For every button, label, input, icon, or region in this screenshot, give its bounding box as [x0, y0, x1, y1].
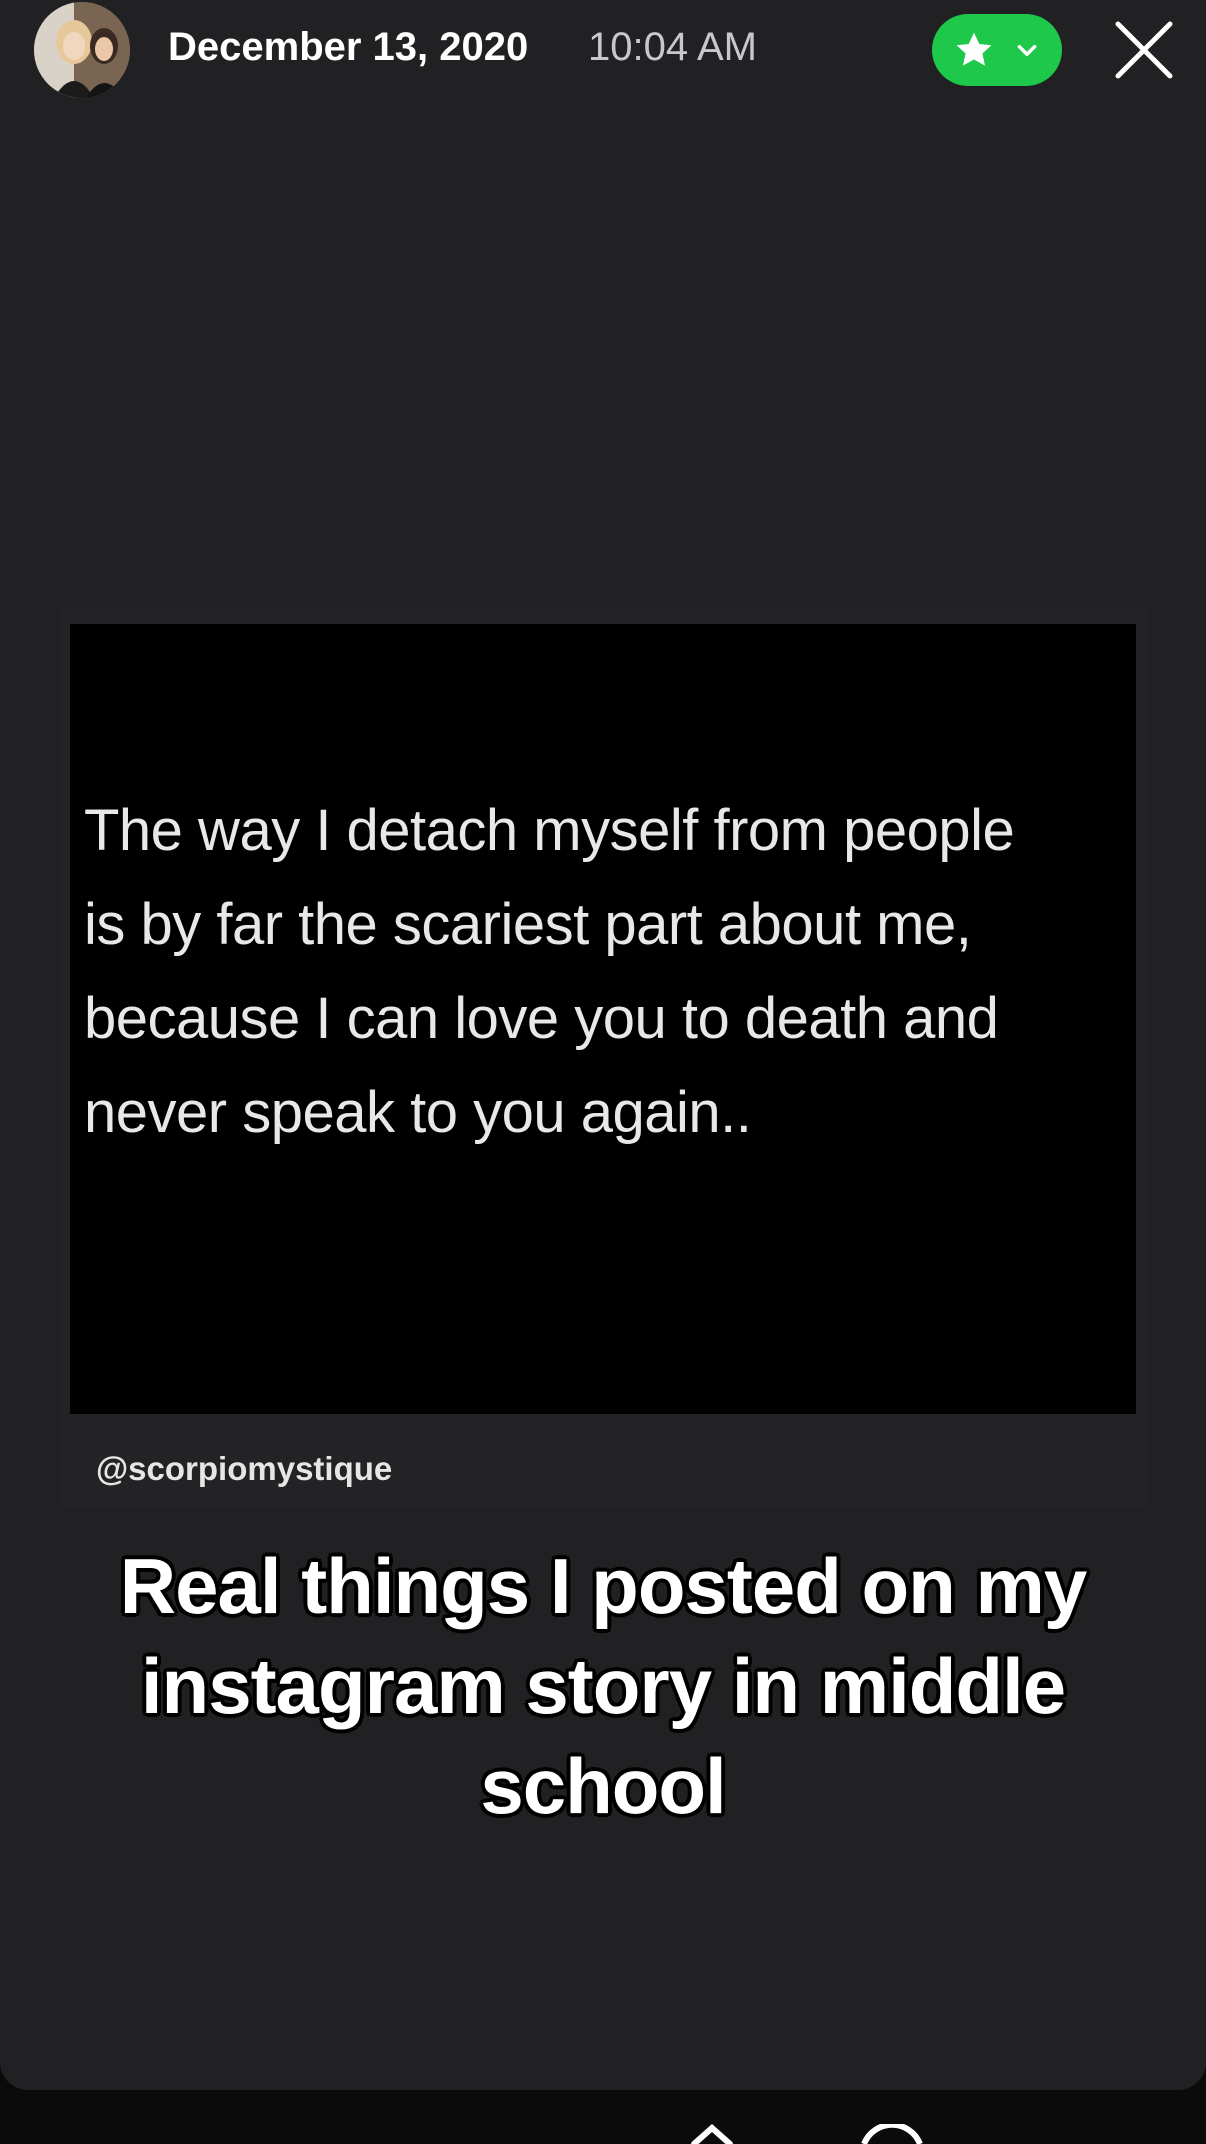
source-handle: @scorpiomystique: [96, 1450, 393, 1487]
story-time: 10:04 AM: [588, 25, 758, 69]
story-viewer: December 13, 2020 10:04 AM The way I det…: [0, 0, 1206, 2090]
story-media[interactable]: The way I detach myself from people is b…: [58, 608, 1148, 1508]
star-icon: [956, 32, 992, 66]
avatar-image: [34, 2, 130, 98]
story-header: December 13, 2020 10:04 AM: [0, 0, 1206, 100]
favorite-button[interactable]: [932, 14, 1062, 86]
story-date: December 13, 2020: [168, 25, 529, 69]
quote-image: The way I detach myself from people is b…: [70, 624, 1136, 1414]
share-icon[interactable]: [672, 2124, 752, 2144]
reply-icon[interactable]: [852, 2124, 932, 2144]
story-caption: Real things I posted on my instagram sto…: [119, 1542, 1087, 1830]
close-icon: [1115, 21, 1173, 79]
chevron-down-icon: [1017, 44, 1037, 56]
avatar[interactable]: [34, 2, 130, 98]
close-button[interactable]: [1112, 18, 1176, 82]
quote-text: The way I detach myself from people is b…: [84, 798, 1015, 1145]
bottom-toolbar: [0, 2090, 1206, 2144]
